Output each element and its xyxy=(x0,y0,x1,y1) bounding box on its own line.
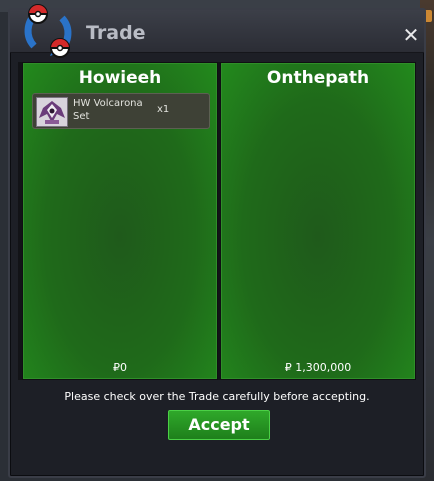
money-offer-left: ₽0 xyxy=(23,361,217,374)
trade-panel-right: Onthepath ₽ 1,300,000 xyxy=(220,62,416,380)
close-icon[interactable]: ✕ xyxy=(402,25,420,45)
trade-logo-icon xyxy=(24,4,72,58)
money-amount-right: 1,300,000 xyxy=(295,361,352,374)
money-amount-left: 0 xyxy=(120,361,127,374)
trade-notice: Please check over the Trade carefully be… xyxy=(64,390,370,403)
window-title: Trade xyxy=(86,22,146,44)
item-name: HW Volcarona Set xyxy=(73,98,143,122)
title-bar[interactable]: Trade ✕ xyxy=(10,4,424,58)
currency-icon: ₽ xyxy=(284,361,292,374)
trader-name-right: Onthepath xyxy=(266,68,370,88)
trade-item[interactable]: HW Volcarona Set x1 xyxy=(32,93,210,129)
accept-button[interactable]: Accept xyxy=(168,410,270,440)
trade-panel-left: Howieeh HW Volcarona Set x1 ₽0 xyxy=(22,62,218,380)
money-offer-right: ₽ 1,300,000 xyxy=(221,361,415,374)
trader-name-left: Howieeh xyxy=(78,68,162,88)
trade-panels: Howieeh HW Volcarona Set x1 ₽0 Onthepath… xyxy=(18,62,416,380)
volcarona-set-icon xyxy=(36,97,68,127)
item-quantity: x1 xyxy=(157,104,170,115)
currency-icon: ₽ xyxy=(113,361,120,374)
trade-window: Trade ✕ Howieeh HW Volcarona Set x1 ₽0 O… xyxy=(8,4,426,478)
